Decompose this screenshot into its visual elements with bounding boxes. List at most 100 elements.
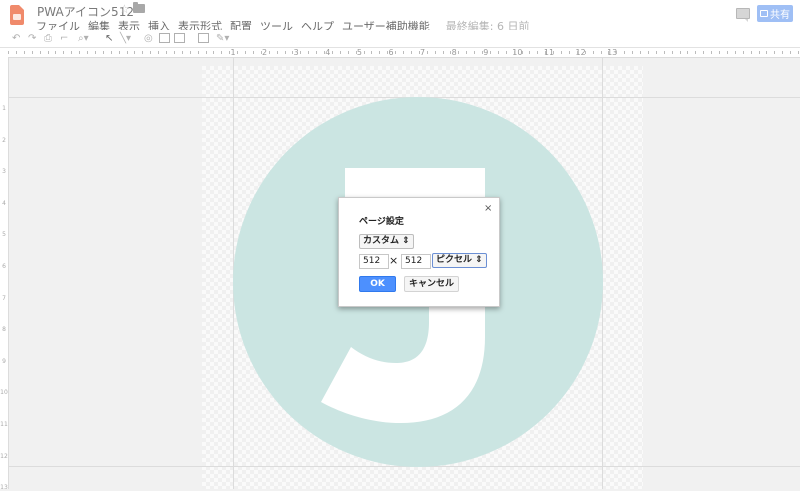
ruler-tick-label: 6 [2,263,6,270]
ruler-tick-label: 13 [0,484,8,491]
ruler-minor-tick [663,51,665,54]
ruler-minor-tick [450,51,452,54]
ruler-tick-label: 8 [2,326,6,334]
ruler-minor-tick [110,51,112,54]
ruler-minor-tick [426,51,428,54]
ruler-minor-tick [640,51,641,54]
ruler-tick-label: 5 [2,231,6,239]
ruler-minor-tick [252,51,254,54]
ruler-minor-tick [489,51,491,54]
ruler-minor-tick [655,51,657,54]
horizontal-ruler: 1 2 3 4 5 6 7 8 9 10 11 12 13 [0,48,800,58]
zoom-icon[interactable]: ⌕▾ [78,33,89,44]
ruler-minor-tick [679,51,681,54]
ruler-minor-tick [71,51,73,54]
folder-icon[interactable] [133,2,145,13]
ruler-minor-tick [513,51,515,54]
ruler-minor-tick [719,51,720,54]
slides-logo-icon[interactable] [10,5,24,25]
pen-icon[interactable]: ✎▾ [216,33,229,44]
ruler-minor-tick [442,51,444,54]
ruler-minor-tick [94,51,96,54]
shape-icon[interactable]: ◎ [144,33,153,44]
ruler-minor-tick [237,51,239,54]
ruler-minor-tick [324,51,325,54]
size-preset-select[interactable]: カスタム ⇕ [359,234,414,249]
ruler-minor-tick [197,51,199,54]
ruler-tick-label: 2 [2,136,6,144]
ruler-minor-tick [189,51,191,54]
height-input[interactable]: 512 [401,254,431,269]
close-icon[interactable]: × [484,203,492,214]
select-icon[interactable]: ↖ [105,33,113,44]
toolbar: ↶ ↷ ⎙ ⌐ ⌕▾ ↖ ╲▾ ◎ ✎▾ [0,30,800,48]
ruler-minor-tick [63,51,65,54]
ruler-minor-tick [418,51,420,54]
ruler-minor-tick [790,51,792,54]
ruler-minor-tick [584,51,586,54]
ruler-minor-tick [711,51,713,54]
ruler-minor-tick [181,51,183,54]
ruler-minor-tick [553,51,555,54]
ruler-minor-tick [782,51,784,54]
redo-icon[interactable]: ↷ [28,33,36,44]
ruler-tick-label: 9 [2,357,6,365]
ruler-minor-tick [102,51,104,54]
ruler-minor-tick [395,51,397,54]
ruler-minor-tick [55,51,57,54]
width-input[interactable]: 512 [359,254,389,269]
ruler-minor-tick [308,51,310,54]
ruler-minor-tick [39,51,41,54]
undo-icon[interactable]: ↶ [12,33,20,44]
ruler-tick-label: 7 [2,294,6,302]
ruler-minor-tick [561,51,562,54]
ruler-minor-tick [355,51,357,54]
unit-select[interactable]: ピクセル ⇕ [432,253,487,268]
ruler-tick-label: 6 [388,48,394,57]
ruler-tick-label: 8 [451,48,457,57]
ruler-minor-tick [474,51,476,54]
star-icon[interactable]: ☆ [119,2,130,16]
ruler-minor-tick [695,51,697,54]
ruler-minor-tick [260,51,262,54]
textbox-icon[interactable] [159,33,170,43]
ruler-minor-tick [15,51,17,54]
ruler-minor-tick [292,51,294,54]
ruler-minor-tick [482,51,483,54]
comment-add-icon[interactable] [198,33,209,43]
ruler-minor-tick [268,51,270,54]
ruler-minor-tick [213,51,215,54]
image-icon[interactable] [174,33,185,43]
ok-button[interactable]: OK [359,276,396,292]
ruler-minor-tick [600,51,602,54]
ruler-minor-tick [647,51,649,54]
ruler-minor-tick [23,51,25,54]
ruler-minor-tick [347,51,349,54]
ruler-minor-tick [158,51,160,54]
ruler-minor-tick [726,51,728,54]
ruler-minor-tick [229,51,231,54]
ruler-minor-tick [126,51,128,54]
ruler-minor-tick [134,51,136,54]
ruler-minor-tick [316,51,318,54]
cancel-button[interactable]: キャンセル [404,276,460,292]
ruler-minor-tick [766,51,768,54]
ruler-minor-tick [410,51,412,54]
vertical-ruler: 1 2 3 4 5 6 7 8 9 10 11 12 13 [0,57,9,491]
ruler-minor-tick [576,51,578,54]
ruler-minor-tick [624,51,626,54]
size-preset-value: カスタム [363,236,400,246]
ruler-tick-label: 9 [483,48,489,57]
ruler-tick-label: 1 [2,105,6,112]
ruler-minor-tick [466,51,468,54]
comments-icon[interactable] [736,8,750,22]
print-icon[interactable]: ⎙ [44,33,52,44]
ruler-tick-label: 1 [230,48,236,57]
ruler-minor-tick [79,51,81,54]
paint-format-icon[interactable]: ⌐ [60,33,68,44]
share-button[interactable]: 共有 [757,5,793,22]
ruler-minor-tick [300,51,302,54]
line-icon[interactable]: ╲▾ [120,33,131,44]
ruler-minor-tick [142,51,144,54]
ruler-minor-tick [276,51,278,54]
